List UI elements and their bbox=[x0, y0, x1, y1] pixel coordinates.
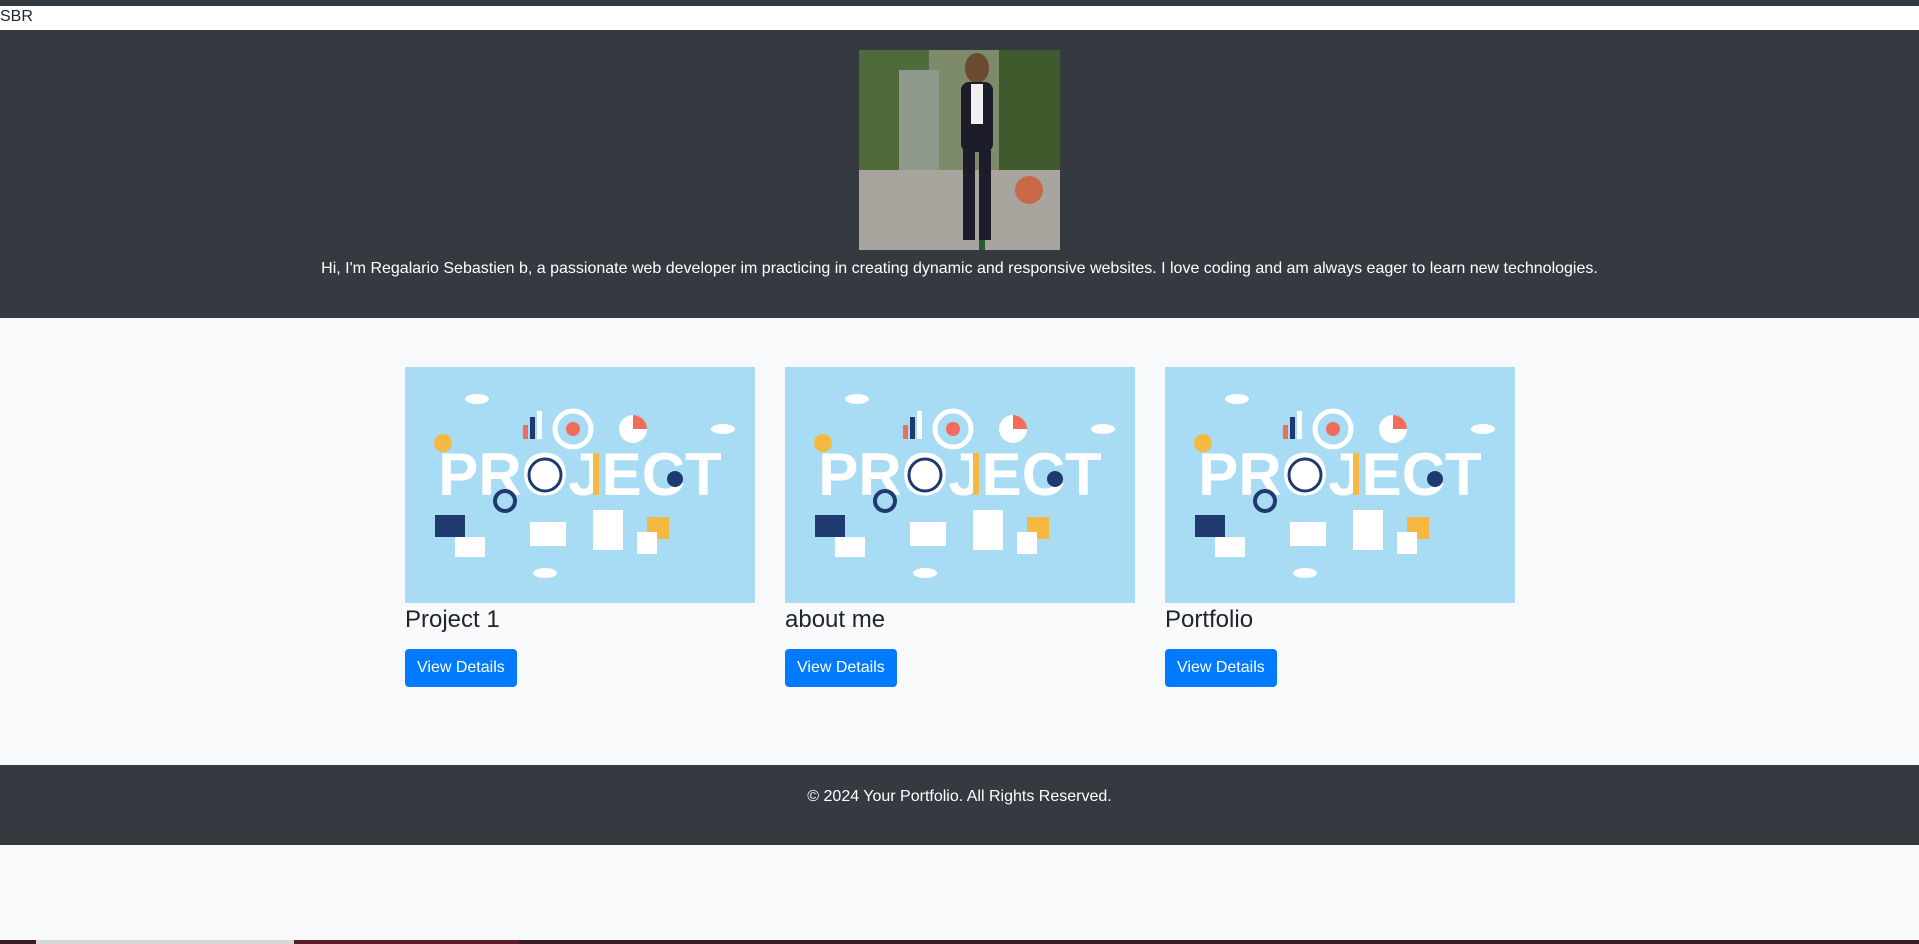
project-card: PROJECT about me View Details bbox=[785, 367, 1135, 687]
project-title: Portfolio bbox=[1165, 606, 1254, 633]
footer: © 2024 Your Portfolio. All Rights Reserv… bbox=[0, 765, 1919, 845]
avatar bbox=[859, 50, 1060, 250]
hero-section: Hi, I'm Regalario Sebastien b, a passion… bbox=[0, 30, 1919, 318]
project-title: about me bbox=[785, 606, 886, 633]
project-thumbnail: PROJECT bbox=[1165, 367, 1515, 603]
brand-logo[interactable]: SBR bbox=[0, 6, 1919, 30]
view-details-button[interactable]: View Details bbox=[405, 649, 517, 687]
view-details-button[interactable]: View Details bbox=[1165, 649, 1277, 687]
project-thumbnail: PROJECT bbox=[785, 367, 1135, 603]
project-thumbnail: PROJECT bbox=[405, 367, 755, 603]
project-title: Project 1 bbox=[405, 606, 500, 633]
footer-copyright: © 2024 Your Portfolio. All Rights Reserv… bbox=[807, 788, 1112, 805]
project-card: PROJECT Project 1 View Details bbox=[405, 367, 755, 687]
bio-text: Hi, I'm Regalario Sebastien b, a passion… bbox=[321, 260, 1598, 277]
taskbar-strip bbox=[0, 940, 1919, 944]
view-details-button[interactable]: View Details bbox=[785, 649, 897, 687]
projects-section: PROJECT Project 1 View Details PROJECT a… bbox=[0, 367, 1919, 687]
project-card: PROJECT Portfolio View Details bbox=[1165, 367, 1515, 687]
